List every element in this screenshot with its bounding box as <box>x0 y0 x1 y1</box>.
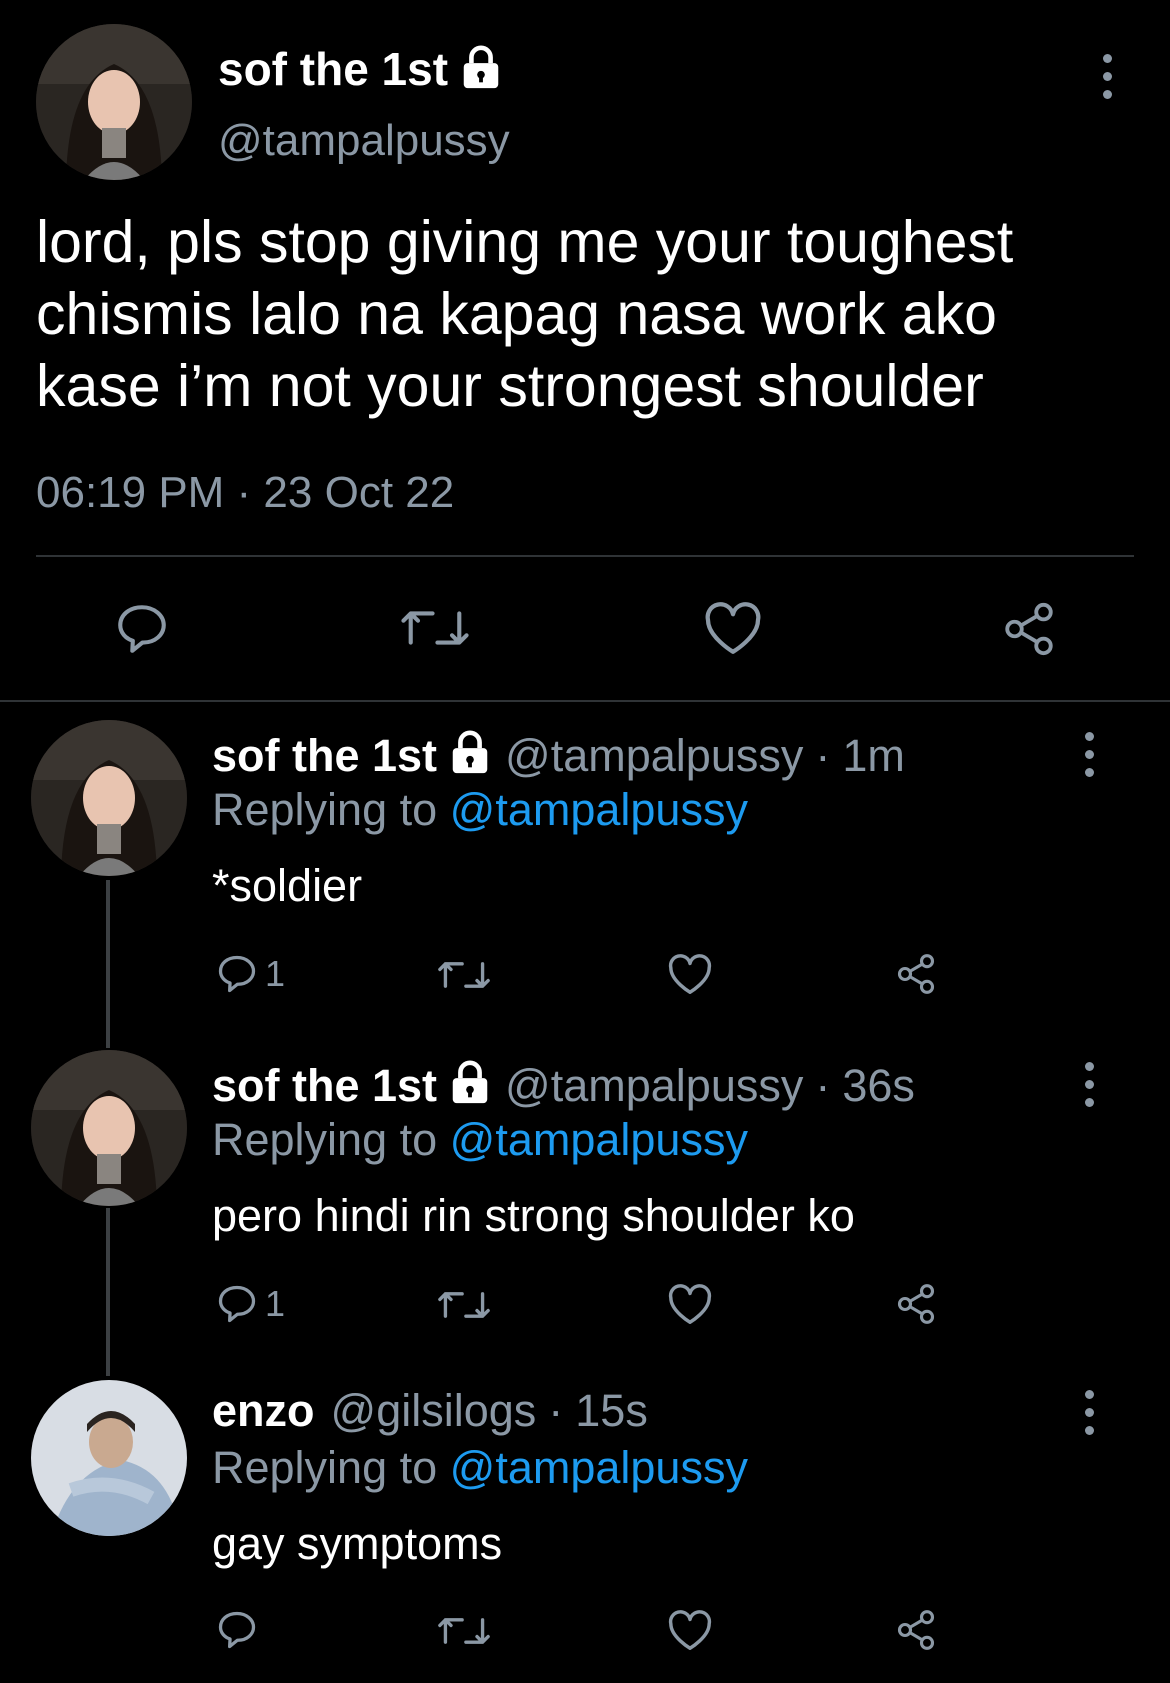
reply-count: 1 <box>265 953 286 994</box>
tweet-text: lord, pls stop giving me your toughest c… <box>36 206 1146 422</box>
retweet-icon <box>438 1292 490 1318</box>
replying-to-label: Replying to <box>212 784 438 835</box>
handle[interactable]: @tampalpussy <box>505 1063 803 1108</box>
relative-time[interactable]: 15s <box>575 1388 648 1433</box>
reply-text: pero hindi rin strong shoulder ko <box>212 1190 855 1241</box>
retweet-button[interactable] <box>438 1286 490 1324</box>
like-icon <box>705 602 761 654</box>
reply-icon <box>118 605 166 653</box>
more-options-icon[interactable] <box>1082 1390 1096 1435</box>
replying-to-label: Replying to <box>212 1114 438 1165</box>
reply-icon <box>218 1285 256 1323</box>
relative-time[interactable]: 1m <box>842 733 905 778</box>
share-button[interactable] <box>894 1608 938 1652</box>
like-button[interactable] <box>667 1608 713 1652</box>
reply-button[interactable]: 1 <box>215 1282 285 1326</box>
divider <box>36 555 1134 557</box>
like-icon <box>668 1284 712 1324</box>
divider <box>0 700 1170 702</box>
separator-dot: · <box>815 1060 831 1111</box>
like-button[interactable] <box>703 600 763 656</box>
handle[interactable]: @tampalpussy <box>505 733 803 778</box>
lock-icon <box>458 44 504 95</box>
retweet-button[interactable] <box>401 602 469 654</box>
replying-to-handle[interactable]: @tampalpussy <box>450 1114 748 1165</box>
thread-line <box>106 1208 110 1376</box>
retweet-button[interactable] <box>438 1612 490 1650</box>
share-icon <box>1005 602 1053 656</box>
reply-button[interactable] <box>215 1608 259 1652</box>
avatar[interactable] <box>31 1380 187 1536</box>
separator-dot: · <box>815 730 831 781</box>
avatar[interactable] <box>31 1050 187 1206</box>
reply-button[interactable] <box>113 600 171 658</box>
retweet-icon <box>401 611 469 645</box>
retweet-button[interactable] <box>438 956 490 994</box>
avatar[interactable] <box>36 24 192 180</box>
share-icon <box>897 1610 935 1650</box>
share-icon <box>897 954 935 994</box>
reply-icon <box>218 1611 256 1649</box>
retweet-icon <box>438 962 490 988</box>
more-options-icon[interactable] <box>1082 732 1096 777</box>
handle[interactable]: @gilsilogs <box>331 1388 537 1433</box>
like-icon <box>668 1610 712 1650</box>
reply-count: 1 <box>265 1283 286 1324</box>
display-name[interactable]: sof the 1st <box>218 42 448 96</box>
replying-to-handle[interactable]: @tampalpussy <box>450 784 748 835</box>
display-name[interactable]: sof the 1st <box>212 1063 437 1108</box>
like-button[interactable] <box>667 952 713 996</box>
reply-button[interactable]: 1 <box>215 952 285 996</box>
tweet-text-line: chismis lalo na kapag nasa work ako <box>36 281 997 347</box>
display-name[interactable]: sof the 1st <box>212 733 437 778</box>
reply-text: gay symptoms <box>212 1518 503 1569</box>
handle[interactable]: @tampalpussy <box>218 116 510 166</box>
reply-text: *soldier <box>212 860 363 911</box>
share-icon <box>897 1284 935 1324</box>
thread-line <box>106 880 110 1048</box>
reply-icon <box>218 955 256 993</box>
display-name[interactable]: enzo <box>212 1388 315 1433</box>
share-button[interactable] <box>1000 600 1058 658</box>
tweet-text-line: kase i’m not your strongest shoulder <box>36 353 984 419</box>
tweet-text-line: lord, pls stop giving me your toughest <box>36 209 1014 275</box>
avatar[interactable] <box>31 720 187 876</box>
more-options-icon[interactable] <box>1082 1062 1096 1107</box>
like-icon <box>668 954 712 994</box>
share-button[interactable] <box>894 952 938 996</box>
lock-icon <box>447 1059 493 1112</box>
more-options-icon[interactable] <box>1100 54 1114 99</box>
separator-dot: · <box>548 1385 564 1436</box>
lock-icon <box>447 729 493 782</box>
timestamp[interactable]: 06:19 PM · 23 Oct 22 <box>36 468 454 518</box>
replying-to-handle[interactable]: @tampalpussy <box>450 1442 748 1493</box>
share-button[interactable] <box>894 1282 938 1326</box>
retweet-icon <box>438 1618 490 1644</box>
like-button[interactable] <box>667 1282 713 1326</box>
replying-to-label: Replying to <box>212 1442 438 1493</box>
relative-time[interactable]: 36s <box>842 1063 915 1108</box>
